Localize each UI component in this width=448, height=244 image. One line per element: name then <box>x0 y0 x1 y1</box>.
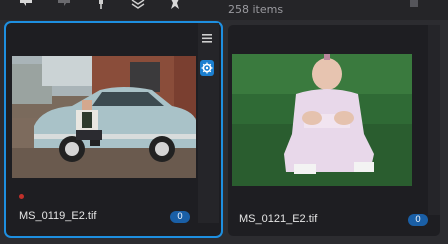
filename-label: MS_0121_E2.tif <box>239 213 318 225</box>
card-side-panel <box>428 25 440 215</box>
forward-arrow-icon[interactable] <box>56 0 72 10</box>
thumbnail-card[interactable]: MS_0119_E2.tif 0 <box>4 21 223 238</box>
settings-gear-button[interactable] <box>200 60 214 76</box>
toddler-on-grass-photo <box>232 54 412 186</box>
back-arrow-icon[interactable] <box>18 0 34 10</box>
gear-icon <box>201 62 213 74</box>
star-icon[interactable] <box>168 0 182 10</box>
toolbar: 258 items <box>0 0 448 20</box>
color-label-red[interactable] <box>19 194 24 199</box>
thumbnail-grid: MS_0119_E2.tif 0 MS_0121_E2.tif 0 <box>0 20 448 244</box>
vintage-car-photo <box>12 56 196 178</box>
filename-label: MS_0119_E2.tif <box>19 210 97 222</box>
scroll-up-handle[interactable] <box>410 0 418 7</box>
item-count: 258 items <box>228 3 284 16</box>
pin-icon[interactable] <box>96 0 106 10</box>
menu-icon[interactable] <box>202 28 212 47</box>
thumbnail-image[interactable] <box>12 56 196 178</box>
card-side-panel <box>198 23 219 223</box>
layers-icon[interactable] <box>131 0 145 10</box>
thumbnail-image[interactable] <box>232 54 412 186</box>
rating-badge[interactable]: 0 <box>170 211 190 223</box>
thumbnail-card[interactable]: MS_0121_E2.tif 0 <box>228 25 440 236</box>
rating-badge[interactable]: 0 <box>408 214 428 226</box>
